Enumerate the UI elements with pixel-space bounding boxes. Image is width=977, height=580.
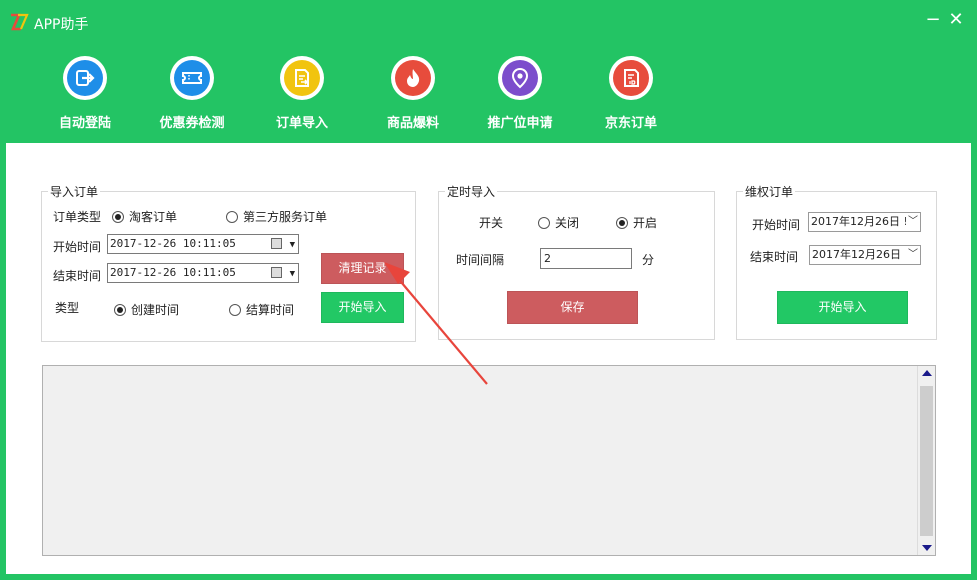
rights-start-value: 2017年12月26日 ! [811,215,908,228]
log-output-area[interactable] [42,365,936,556]
scroll-down-arrow-icon[interactable] [922,545,932,551]
location-pin-icon [511,67,529,89]
rights-orders-group: 维权订单 开始时间 2017年12月26日 ! ﹀ 结束时间 2017年12月2… [736,183,937,340]
radio-switch-on[interactable]: 开启 [616,214,657,231]
import-start-button[interactable]: 开始导入 [321,292,404,323]
radio-dot [229,303,241,316]
radio-switch-off[interactable]: 关闭 [538,214,579,231]
close-button[interactable]: ✕ [945,8,967,32]
content-panel: 导入订单 订单类型 淘客订单 第三方服务订单 开始时间 2017-12-26 1… [6,143,971,574]
radio-dot [538,216,550,229]
radio-label: 创建时间 [131,303,180,317]
dropdown-arrow-icon: ▼ [289,269,295,279]
rights-start-label: 开始时间 [752,218,801,232]
app-logo-icon [9,12,29,32]
log-scrollbar[interactable] [917,366,935,555]
switch-label: 开关 [479,216,504,230]
clear-records-button[interactable]: 清理记录 [321,253,404,284]
radio-label: 淘客订单 [129,210,178,224]
radio-third-party-order[interactable]: 第三方服务订单 [226,208,327,225]
toolbar-item-product-deals[interactable]: 商品爆料 [353,52,473,131]
rights-start-picker[interactable]: 2017年12月26日 ! ﹀ [808,212,921,232]
group-title: 定时导入 [445,183,498,200]
toolbar-item-coupon-check[interactable]: 优惠券检测 [132,52,252,131]
interval-label: 时间间隔 [456,253,505,267]
chevron-down-icon: ﹀ [906,246,918,264]
toolbar-label: 优惠券检测 [159,116,225,131]
start-time-label: 开始时间 [53,240,102,254]
save-button[interactable]: 保存 [507,291,638,324]
order-type-label: 订单类型 [53,210,102,224]
radio-dot [112,210,124,223]
scroll-up-arrow-icon[interactable] [922,370,932,376]
order-import-icon [295,69,309,87]
import-orders-group: 导入订单 订单类型 淘客订单 第三方服务订单 开始时间 2017-12-26 1… [41,183,416,342]
group-title: 维权订单 [743,183,796,200]
minimize-button[interactable]: − [922,8,944,32]
end-time-label: 结束时间 [53,269,102,283]
group-title: 导入订单 [48,183,101,200]
app-title: APP助手 [34,17,89,33]
radio-label: 开启 [633,216,658,230]
main-toolbar: 自动登陆 优惠券检测 订单导入 商品爆料 推广位申请 京东订单 [0,52,977,142]
rights-end-picker[interactable]: 2017年12月26日 ! ﹀ [809,245,921,265]
kind-label: 类型 [55,301,80,315]
radio-label: 第三方服务订单 [243,210,328,224]
scroll-thumb[interactable] [920,386,933,536]
toolbar-item-order-import[interactable]: 订单导入 [242,52,362,131]
radio-settle-time[interactable]: 结算时间 [229,301,294,318]
rights-import-start-button[interactable]: 开始导入 [777,291,908,324]
interval-input[interactable]: 2 [540,248,632,269]
app-window: APP助手 − ✕ 自动登陆 优惠券检测 订单导入 商品爆料 推广位申请 京东订… [0,0,977,580]
radio-dot [616,216,628,229]
toolbar-label: 京东订单 [604,116,657,131]
interval-unit: 分 [642,253,655,267]
coupon-icon [182,72,202,84]
calendar-icon [271,267,282,278]
radio-label: 关闭 [555,216,580,230]
radio-dot [114,303,126,316]
toolbar-item-promo-apply[interactable]: 推广位申请 [460,52,580,131]
jd-order-icon [624,69,639,87]
start-time-value: 2017-12-26 10:11:05 [110,237,236,250]
dropdown-arrow-icon: ▼ [289,240,295,250]
toolbar-label: 自动登陆 [58,116,111,131]
calendar-icon [271,238,282,249]
end-time-value: 2017-12-26 10:11:05 [110,266,236,279]
rights-end-label: 结束时间 [750,250,799,264]
login-arrow-icon [76,70,95,86]
chevron-down-icon: ﹀ [906,213,918,231]
toolbar-label: 商品爆料 [386,116,439,131]
toolbar-item-jd-orders[interactable]: 京东订单 [571,52,691,131]
timed-import-group: 定时导入 开关 关闭 开启 时间间隔 2 分 保存 [438,183,715,340]
toolbar-item-auto-login[interactable]: 自动登陆 [25,52,145,131]
radio-create-time[interactable]: 创建时间 [114,301,179,318]
toolbar-label: 推广位申请 [487,116,553,131]
radio-dot [226,210,238,223]
end-time-picker[interactable]: 2017-12-26 10:11:05 ▼ [107,263,299,283]
title-bar: APP助手 − ✕ [0,0,977,44]
radio-label: 结算时间 [246,303,295,317]
fire-icon [407,69,420,87]
start-time-picker[interactable]: 2017-12-26 10:11:05 ▼ [107,234,299,254]
toolbar-label: 订单导入 [275,116,328,131]
rights-end-value: 2017年12月26日 ! [812,248,909,261]
radio-taoke-order[interactable]: 淘客订单 [112,208,177,225]
